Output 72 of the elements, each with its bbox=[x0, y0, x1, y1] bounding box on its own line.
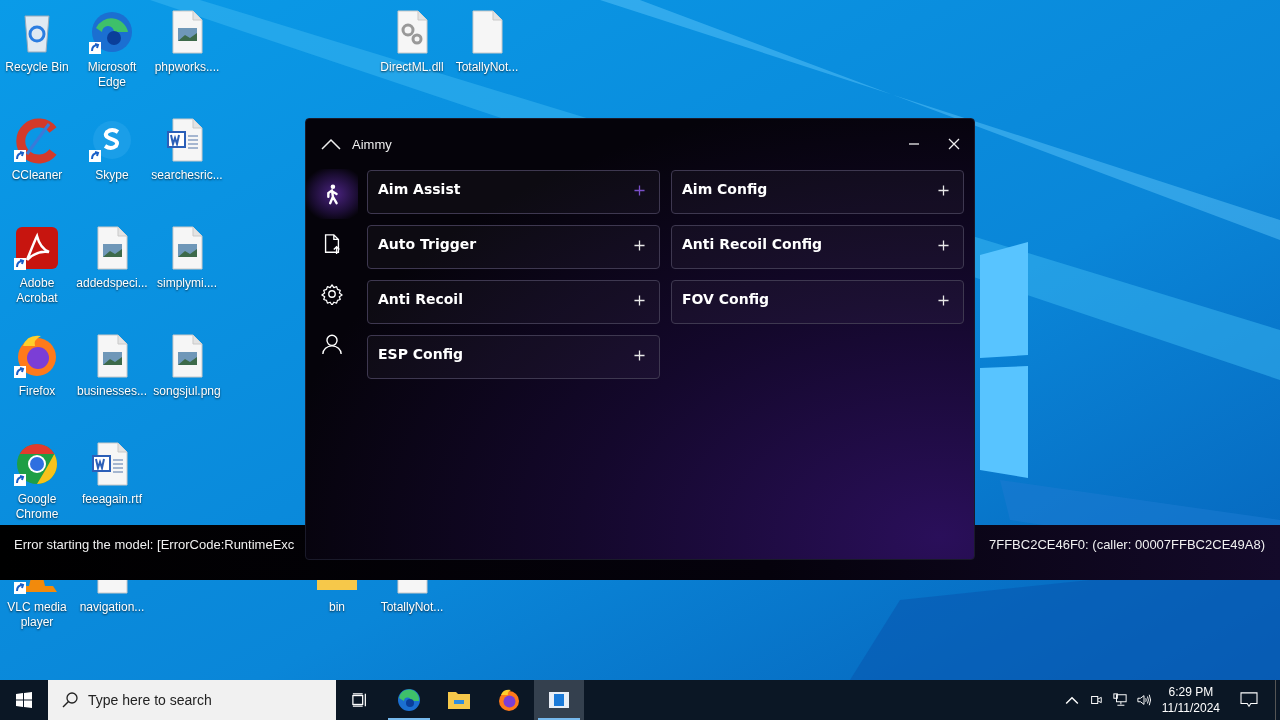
icon-label: VLC media player bbox=[6, 600, 68, 630]
icon-label: searchesric... bbox=[151, 168, 223, 183]
icon-label: CCleaner bbox=[11, 168, 63, 183]
icon-label: Microsoft Edge bbox=[86, 60, 138, 90]
desktop-icon[interactable]: DirectML.dll bbox=[375, 8, 449, 75]
window-title: Aimmy bbox=[352, 136, 392, 152]
user-icon bbox=[321, 333, 343, 355]
error-message: 7FFBC2CE46F0: (caller: 00007FFBC2CE49A8) bbox=[989, 537, 1265, 552]
close-icon[interactable] bbox=[948, 138, 960, 150]
windows-icon bbox=[16, 692, 32, 708]
taskbar-app[interactable] bbox=[534, 680, 584, 720]
icon-label: Recycle Bin bbox=[5, 60, 69, 75]
desktop-icon[interactable]: searchesric... bbox=[150, 116, 224, 183]
notification-icon[interactable] bbox=[1240, 692, 1258, 708]
desktop-icon[interactable]: Microsoft Edge bbox=[75, 8, 149, 90]
icon-label: simplymi.... bbox=[157, 276, 217, 291]
desktop-icon[interactable]: phpworks.... bbox=[150, 8, 224, 75]
section-title: Aim Assist bbox=[378, 181, 461, 197]
section-title: Auto Trigger bbox=[378, 236, 477, 252]
icon-label: navigation... bbox=[79, 600, 145, 615]
task-view-icon bbox=[352, 692, 368, 708]
error-message: Error starting the model: [ErrorCode:RuntimeExc bbox=[14, 537, 295, 552]
desktop-icon[interactable]: simplymi.... bbox=[150, 224, 224, 291]
desktop-icon[interactable]: Skype bbox=[75, 116, 149, 183]
desktop-icon[interactable]: addedspeci... bbox=[75, 224, 149, 291]
icon-label: TotallyNot... bbox=[380, 600, 444, 615]
desktop-icon[interactable]: feeagain.rtf bbox=[75, 440, 149, 507]
icon-label: businesses... bbox=[76, 384, 147, 399]
icon-label: addedspeci... bbox=[76, 276, 148, 291]
desktop-icon[interactable]: Google Chrome bbox=[0, 440, 74, 522]
section-title: Aim Config bbox=[682, 181, 768, 197]
icon-label: songsjul.png bbox=[153, 384, 221, 399]
icon-label: feeagain.rtf bbox=[81, 492, 142, 507]
icon-label: Skype bbox=[95, 168, 129, 183]
desktop-icon[interactable]: Adobe Acrobat bbox=[0, 224, 74, 306]
section-card[interactable]: Anti Recoil Config bbox=[671, 225, 964, 269]
section-title: Anti Recoil bbox=[378, 291, 463, 307]
icon-label: DirectML.dll bbox=[380, 60, 444, 75]
section-card[interactable]: Aim Assist bbox=[367, 170, 660, 214]
icon-label: phpworks.... bbox=[154, 60, 220, 75]
desktop-icon[interactable]: businesses... bbox=[75, 332, 149, 399]
clock-time: 6:29 PM bbox=[1168, 684, 1214, 700]
section-card[interactable]: Anti Recoil bbox=[367, 280, 660, 324]
collapse-icon[interactable] bbox=[321, 138, 341, 150]
section-card[interactable]: Aim Config bbox=[671, 170, 964, 214]
camera-icon[interactable] bbox=[1088, 693, 1103, 707]
desktop-icon[interactable]: TotallyNot... bbox=[450, 8, 524, 75]
search-field[interactable]: Type here to search bbox=[48, 680, 336, 720]
settings-icon bbox=[321, 283, 343, 305]
browser-icon bbox=[397, 688, 421, 712]
icon-label: Google Chrome bbox=[14, 492, 60, 522]
section-title: Anti Recoil Config bbox=[682, 236, 823, 252]
desktop-icon[interactable]: Firefox bbox=[0, 332, 74, 399]
desktop-icon[interactable]: Recycle Bin bbox=[0, 8, 74, 75]
section-card[interactable]: Auto Trigger bbox=[367, 225, 660, 269]
network-icon[interactable] bbox=[1112, 693, 1127, 707]
search-icon bbox=[62, 692, 78, 708]
section-title: ESP Config bbox=[378, 346, 464, 362]
desktop-icon[interactable]: songsjul.png bbox=[150, 332, 224, 399]
speaker-icon[interactable] bbox=[1136, 693, 1151, 707]
clock-date: 11/11/2024 bbox=[1161, 700, 1220, 716]
section-title: FOV Config bbox=[682, 291, 770, 307]
section-card[interactable]: FOV Config bbox=[671, 280, 964, 324]
desktop-icon[interactable]: CCleaner bbox=[0, 116, 74, 183]
icon-label: bin bbox=[329, 600, 345, 615]
section-card[interactable]: ESP Config bbox=[367, 335, 660, 379]
clock[interactable]: 6:29 PM 11/11/2024 bbox=[1161, 684, 1220, 716]
icon-label: Firefox bbox=[18, 384, 56, 399]
icon-label: TotallyNot... bbox=[455, 60, 519, 75]
sidebar-tab[interactable] bbox=[306, 169, 358, 219]
browser-icon bbox=[497, 688, 521, 712]
icon-label: Adobe Acrobat bbox=[15, 276, 59, 306]
